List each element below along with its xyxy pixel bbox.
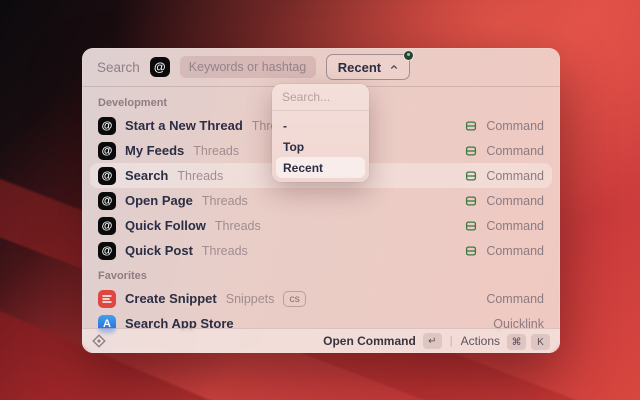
dropdown-option[interactable]: Recent <box>276 157 365 178</box>
item-type-label: Command <box>486 243 544 258</box>
list-item[interactable]: @ Quick Follow Threads Command <box>90 213 552 238</box>
threads-icon: @ <box>98 241 116 260</box>
filter-dropdown-panel: -TopRecent <box>272 84 369 182</box>
item-title: Quick Follow <box>125 218 206 233</box>
open-command-label: Open Command <box>323 334 416 348</box>
item-subtitle: Threads <box>201 243 248 258</box>
actions-menu-button[interactable]: Actions ⌘ K <box>461 332 550 351</box>
item-title: Quick Post <box>125 243 193 258</box>
section-title: Favorites <box>98 270 147 282</box>
threads-app-icon: @ <box>149 57 170 77</box>
dropdown-option[interactable]: Top <box>276 136 365 157</box>
item-subtitle: Threads <box>201 193 248 208</box>
threads-icon: @ <box>98 141 116 160</box>
item-type-label: Command <box>486 143 544 158</box>
chevron-up-icon <box>391 65 398 69</box>
command-icon <box>465 120 477 132</box>
command-icon <box>465 220 477 232</box>
launcher-window: Search @ Recent Development @ Start a Ne… <box>82 48 560 353</box>
open-command-action[interactable]: Open Command ↵ <box>323 333 442 349</box>
raycast-logo-icon <box>92 334 106 348</box>
dropdown-option[interactable]: - <box>276 115 365 136</box>
item-subtitle: Snippets <box>225 291 275 306</box>
threads-icon: @ <box>98 166 116 185</box>
k-keycap: K <box>531 334 550 351</box>
cmd-keycap: ⌘ <box>507 334 526 351</box>
threads-icon: @ <box>98 191 116 210</box>
threads-icon: @ <box>98 216 116 235</box>
filter-selected-value: Recent <box>337 59 382 75</box>
item-type-label: Command <box>486 291 544 306</box>
dropdown-options: - Top Recent <box>272 111 369 182</box>
item-subtitle: Threads <box>193 143 240 158</box>
list-item[interactable]: @ Quick Post Threads Command <box>90 238 552 263</box>
command-icon <box>465 245 477 257</box>
enter-keycap: ↵ <box>422 333 442 349</box>
command-icon <box>465 195 477 207</box>
item-title: Create Snippet <box>125 291 217 306</box>
list-item[interactable]: Create Snippet Snippets cs Command <box>90 286 552 311</box>
filter-notification-badge <box>404 51 414 60</box>
item-subtitle: Threads <box>177 168 224 183</box>
footer-divider: | <box>449 335 453 347</box>
item-alias-badge: cs <box>283 290 306 307</box>
item-type-label: Command <box>486 118 544 133</box>
item-subtitle: Threads <box>214 218 261 233</box>
command-icon <box>465 170 477 182</box>
item-type-label: Command <box>486 168 544 183</box>
actions-label: Actions <box>460 334 500 348</box>
snippets-icon <box>98 289 116 308</box>
mode-label: Search <box>97 59 140 75</box>
item-type-label: Command <box>486 218 544 233</box>
item-title: My Feeds <box>125 143 185 158</box>
filter-dropdown-button[interactable]: Recent <box>325 51 414 80</box>
threads-icon: @ <box>98 116 116 135</box>
dropdown-search-input[interactable] <box>272 84 369 111</box>
action-bar: Open Command ↵ | Actions ⌘ K <box>82 328 560 353</box>
command-icon <box>465 145 477 157</box>
item-title: Search <box>125 168 169 183</box>
item-title: Start a New Thread <box>125 118 243 133</box>
list-item[interactable]: @ Open Page Threads Command <box>90 188 552 213</box>
item-type-label: Command <box>486 193 544 208</box>
item-title: Open Page <box>125 193 193 208</box>
search-header: Search @ Recent <box>82 48 560 86</box>
search-input[interactable] <box>179 56 316 78</box>
